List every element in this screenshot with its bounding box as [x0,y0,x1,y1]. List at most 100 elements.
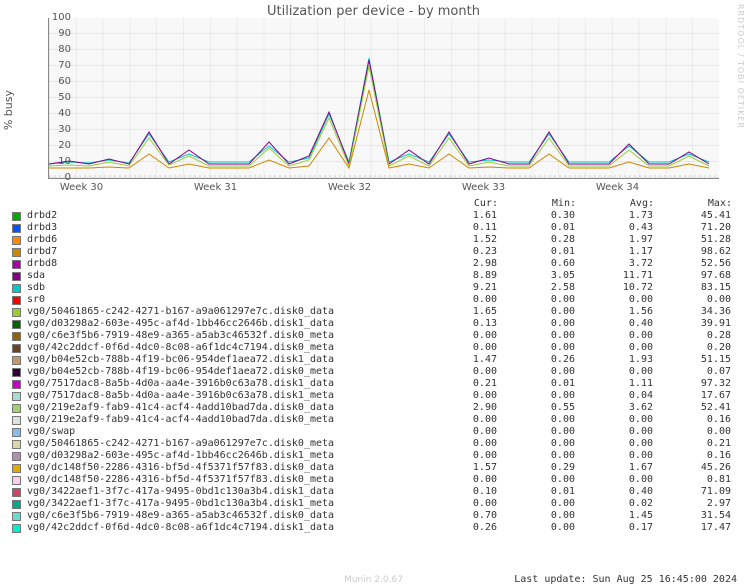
y-tick: 20 [41,140,71,151]
legend-name: drbd7 [27,246,419,258]
legend-min: 0.00 [497,438,575,450]
legend-row: drbd30.110.010.4371.20 [12,222,739,234]
legend-avg: 0.00 [575,330,653,342]
watermark: RRDTOOL / TOBI OETIKER [736,4,745,129]
legend-min: 0.29 [497,462,575,474]
x-tick: Week 34 [583,182,653,193]
legend-avg: 0.40 [575,486,653,498]
y-axis-label: % busy [2,90,15,130]
y-tick: 90 [41,28,71,39]
legend-name: vg0/dc148f50-2286-4316-bf5d-4f5371f57f83… [27,462,419,474]
legend-swatch [12,248,21,257]
legend-swatch [12,404,21,413]
legend-max: 0.28 [653,330,731,342]
legend-max: 17.47 [653,522,731,534]
legend-swatch [12,332,21,341]
legend-cur: 1.61 [419,210,497,222]
legend-max: 83.15 [653,282,731,294]
legend-name: vg0/c6e3f5b6-7919-48e9-a365-a5ab3c46532f… [27,330,419,342]
legend-max: 52.41 [653,402,731,414]
x-tick: Week 30 [47,182,117,193]
legend-name: vg0/b04e52cb-788b-4f19-bc06-954def1aea72… [27,366,419,378]
legend-min: 0.00 [497,426,575,438]
legend-avg: 0.17 [575,522,653,534]
col-max: Max: [654,198,732,210]
legend-max: 45.26 [653,462,731,474]
legend-cur: 2.98 [419,258,497,270]
x-tick: Week 31 [181,182,251,193]
y-tick: 40 [41,108,71,119]
legend-swatch [12,272,21,281]
legend-avg: 1.67 [575,462,653,474]
legend-max: 97.68 [653,270,731,282]
legend-cur: 0.70 [419,510,497,522]
legend-avg: 0.00 [575,426,653,438]
legend-row: vg0/7517dac8-8a5b-4d0a-aa4e-3916b0c63a78… [12,378,739,390]
legend-row: vg0/b04e52cb-788b-4f19-bc06-954def1aea72… [12,354,739,366]
legend-max: 31.54 [653,510,731,522]
legend-avg: 0.40 [575,318,653,330]
legend-row: vg0/d03298a2-603e-495c-af4d-1bb46cc2646b… [12,450,739,462]
legend-swatch [12,524,21,533]
legend-min: 2.58 [497,282,575,294]
legend-name: vg0/42c2ddcf-0f6d-4dc0-8c08-a6f1dc4c7194… [27,522,419,534]
legend-cur: 9.21 [419,282,497,294]
legend-min: 0.00 [497,342,575,354]
legend-max: 51.15 [653,354,731,366]
legend-avg: 0.00 [575,474,653,486]
legend-name: sdb [27,282,419,294]
legend-min: 0.00 [497,306,575,318]
legend-cur: 0.11 [419,222,497,234]
legend-max: 0.16 [653,450,731,462]
legend-min: 0.00 [497,450,575,462]
tool-version: Munin 2.0.67 [0,575,747,585]
legend-row: sdb9.212.5810.7283.15 [12,282,739,294]
legend-avg: 11.71 [575,270,653,282]
legend-row: vg0/c6e3f5b6-7919-48e9-a365-a5ab3c46532f… [12,510,739,522]
legend-name: vg0/swap [27,426,419,438]
legend-max: 0.16 [653,414,731,426]
legend-cur: 0.21 [419,378,497,390]
legend-swatch [12,296,21,305]
legend-name: vg0/3422aef1-3f7c-417a-9495-0bd1c130a3b4… [27,486,419,498]
legend-cur: 0.00 [419,450,497,462]
legend-name: vg0/d03298a2-603e-495c-af4d-1bb46cc2646b… [27,318,419,330]
legend-name: sda [27,270,419,282]
legend-avg: 0.00 [575,366,653,378]
legend-swatch [12,236,21,245]
legend-min: 0.00 [497,318,575,330]
chart-container: Utilization per device - by month RRDTOO… [0,0,747,587]
legend-cur: 0.10 [419,486,497,498]
plot-area [48,18,719,179]
legend-name: drbd3 [27,222,419,234]
legend-row: drbd61.520.281.9751.28 [12,234,739,246]
y-tick: 60 [41,76,71,87]
y-tick: 70 [41,60,71,71]
legend-avg: 0.43 [575,222,653,234]
legend-swatch [12,476,21,485]
x-tick: Week 33 [449,182,519,193]
legend-swatch [12,440,21,449]
legend-swatch [12,416,21,425]
legend-row: vg0/50461865-c242-4271-b167-a9a061297e7c… [12,306,739,318]
legend-cur: 0.00 [419,426,497,438]
legend-avg: 1.73 [575,210,653,222]
legend-swatch [12,464,21,473]
legend-row: drbd82.980.603.7252.56 [12,258,739,270]
legend-name: vg0/c6e3f5b6-7919-48e9-a365-a5ab3c46532f… [27,510,419,522]
legend-min: 0.60 [497,258,575,270]
legend-min: 0.28 [497,234,575,246]
legend-min: 0.00 [497,510,575,522]
legend-max: 0.07 [653,366,731,378]
legend-min: 0.00 [497,330,575,342]
legend-cur: 0.00 [419,390,497,402]
legend-avg: 1.17 [575,246,653,258]
legend-min: 3.05 [497,270,575,282]
legend-min: 0.00 [497,498,575,510]
y-tick: 50 [41,92,71,103]
legend-min: 0.00 [497,294,575,306]
legend-row: sda8.893.0511.7197.68 [12,270,739,282]
legend-min: 0.00 [497,366,575,378]
legend-cur: 1.57 [419,462,497,474]
legend-min: 0.00 [497,474,575,486]
